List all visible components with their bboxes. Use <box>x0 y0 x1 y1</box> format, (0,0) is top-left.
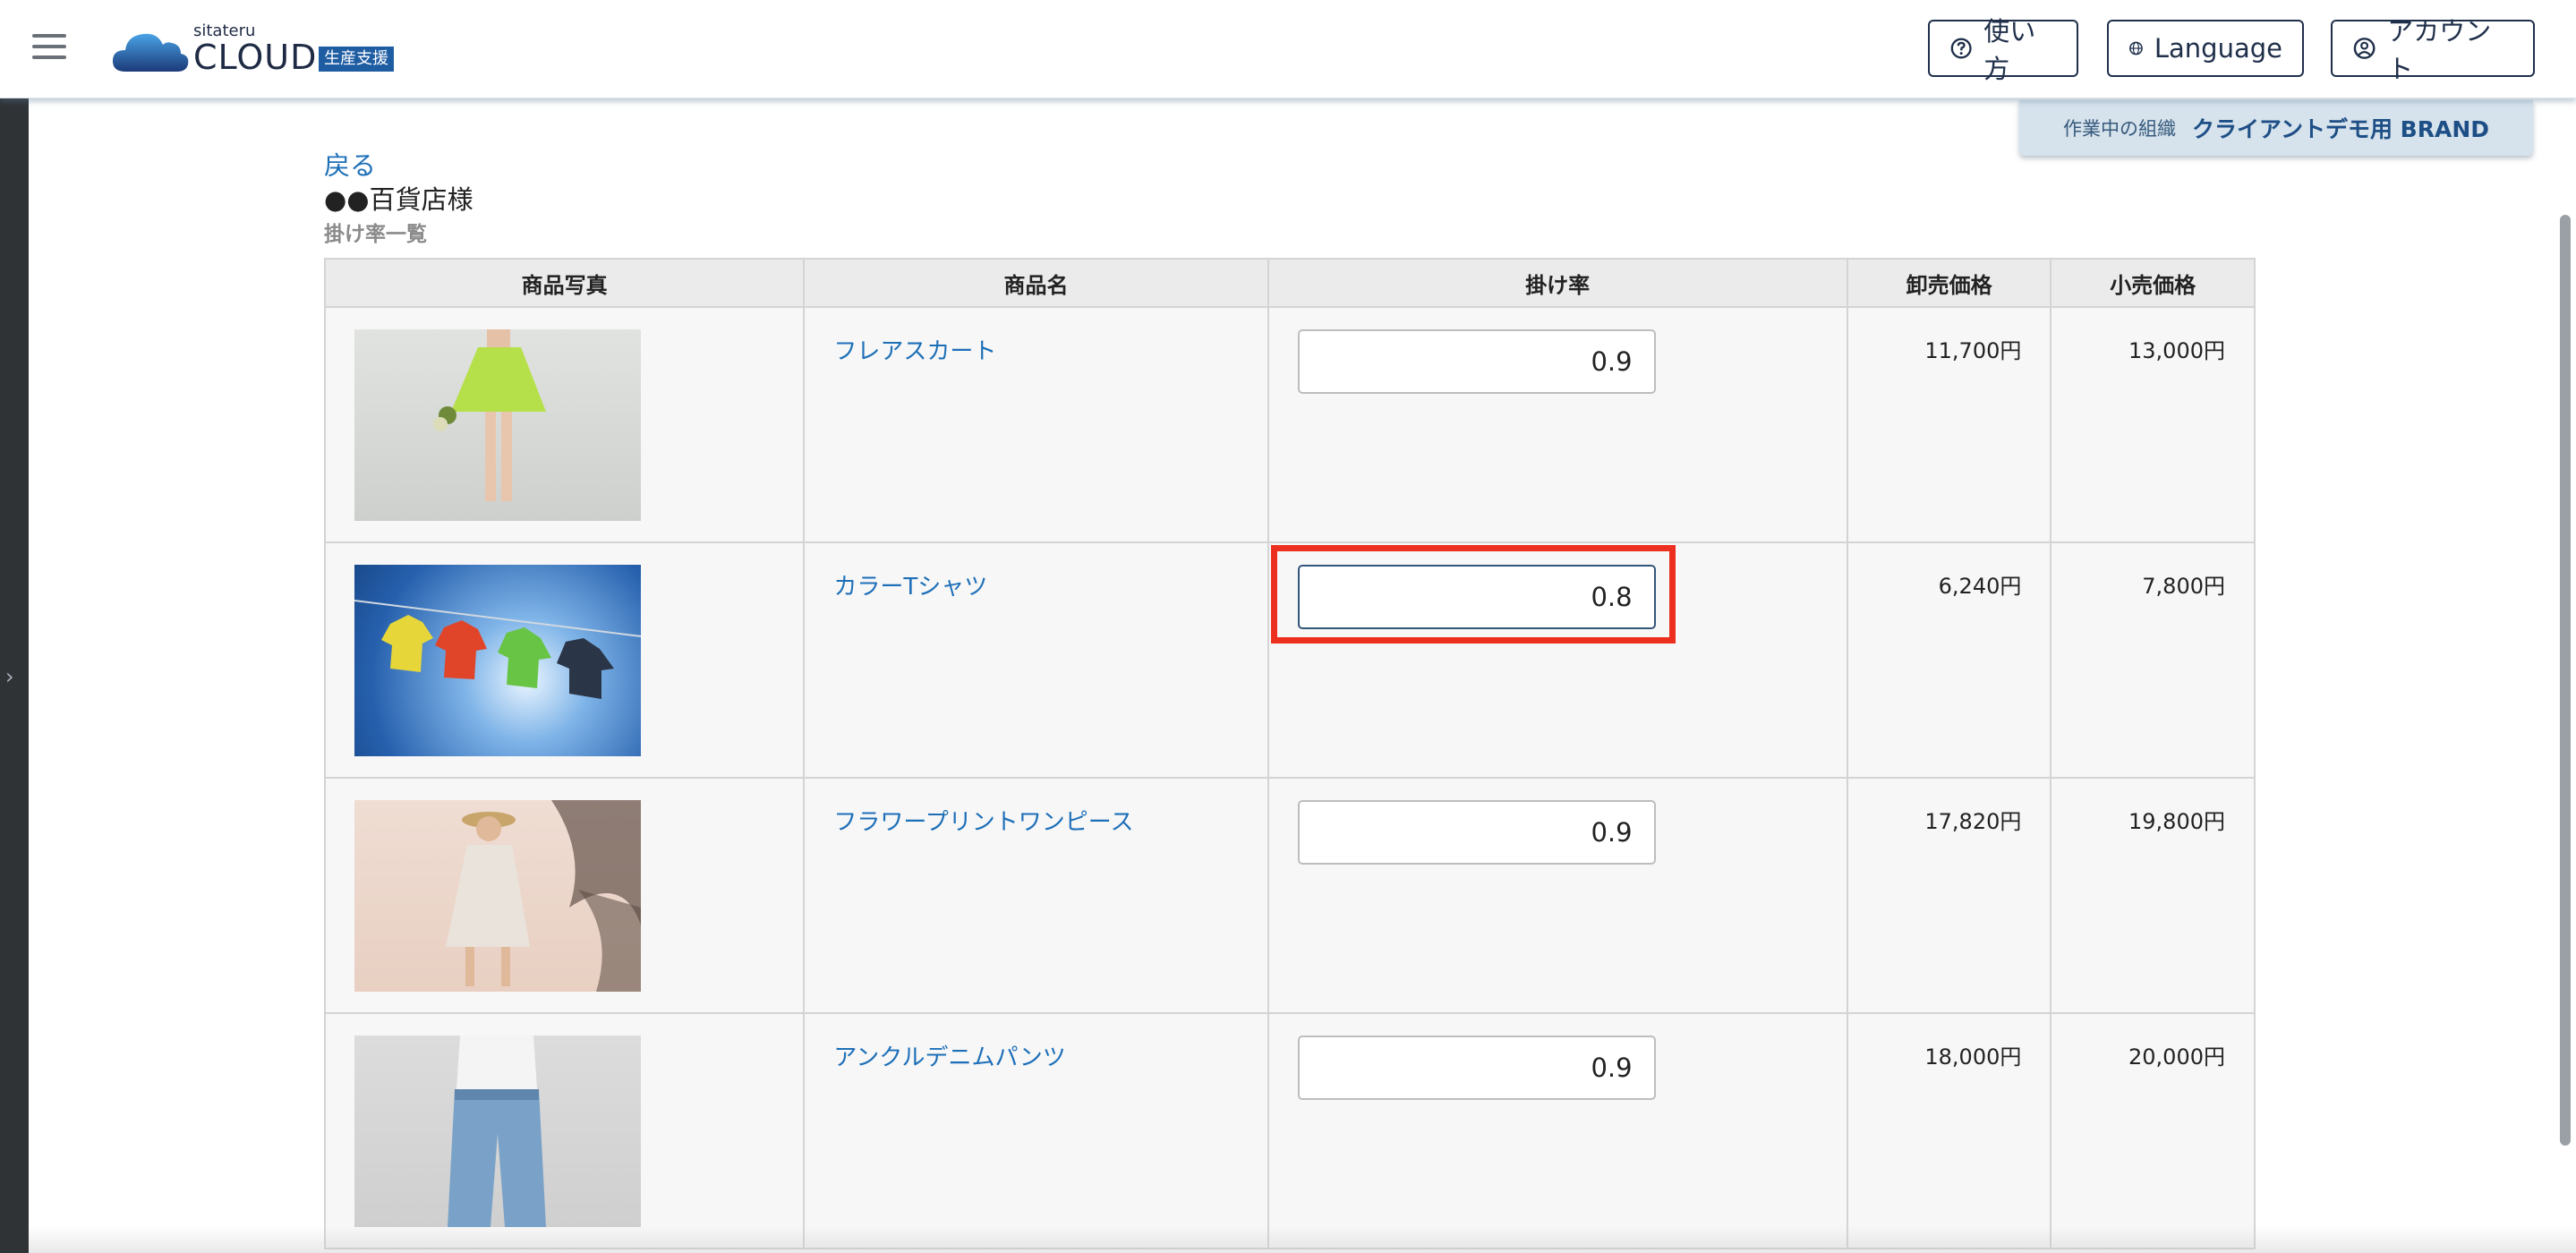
rate-table: 商品写真 商品名 掛け率 卸売価格 小売価格 フレアスカート 0.9 11,70… <box>323 258 2256 1249</box>
product-photo-color-tshirt <box>354 565 641 756</box>
wholesale-price: 6,240円 <box>1846 541 2052 779</box>
user-circle-icon <box>2353 38 2376 59</box>
app-header: sitateru CLOUD 生産支援 使い方 Language アカウント <box>0 0 2576 98</box>
product-photo-cell <box>323 777 806 1014</box>
account-button[interactable]: アカウント <box>2331 16 2535 84</box>
retail-price: 19,800円 <box>2050 777 2256 1014</box>
table-row: フレアスカート 11,700円 13,000円 <box>323 306 2256 543</box>
scrollbar[interactable] <box>2555 98 2576 1253</box>
product-photo-cell <box>323 541 806 779</box>
organization-label: 作業中の組織 <box>2062 118 2176 140</box>
language-label: Language <box>2154 33 2282 64</box>
table-header-row: 商品写真 商品名 掛け率 卸売価格 小売価格 <box>323 258 2256 308</box>
rate-input[interactable] <box>1297 800 1656 865</box>
product-photo-denim-pants <box>354 1036 641 1227</box>
cloud-icon <box>113 33 189 72</box>
rate-input[interactable] <box>1297 565 1656 629</box>
sidebar-toggle[interactable]: › <box>0 98 29 1253</box>
table-row: アンクルデニムパンツ 18,000円 20,000円 <box>323 1012 2256 1249</box>
product-photo-flare-skirt <box>354 329 641 521</box>
organization-name: クライアントデモ用 BRAND <box>2191 116 2490 142</box>
logo-big-text: CLOUD <box>193 38 318 77</box>
rate-cell <box>1267 306 1848 543</box>
current-organization: 作業中の組織 クライアントデモ用 BRAND <box>2019 100 2533 156</box>
account-label: アカウント <box>2387 16 2492 84</box>
back-link[interactable]: 戻る <box>324 145 376 183</box>
header-wholesale: 卸売価格 <box>1846 258 2052 308</box>
rate-input[interactable] <box>1297 1036 1656 1100</box>
help-label: 使い方 <box>1983 16 2036 84</box>
rate-input[interactable] <box>1297 329 1656 394</box>
table-row: フラワープリントワンピース 17,820円 19,800円 <box>323 777 2256 1014</box>
product-photo-cell <box>323 1012 806 1249</box>
help-button[interactable]: 使い方 <box>1928 16 2078 84</box>
chevron-right-icon: › <box>5 664 14 689</box>
rate-cell <box>1267 541 1848 779</box>
product-name-link[interactable]: カラーTシャツ <box>833 574 987 601</box>
rate-cell <box>1267 777 1848 1014</box>
rate-cell <box>1267 1012 1848 1249</box>
logo-badge: 生産支援 <box>319 47 394 72</box>
product-name-link[interactable]: フラワープリントワンピース <box>833 809 1133 836</box>
globe-icon <box>2129 41 2143 55</box>
store-name: ●●百貨店様 <box>324 184 473 215</box>
product-name-link[interactable]: フレアスカート <box>833 338 996 365</box>
language-button[interactable]: Language <box>2107 20 2304 77</box>
wholesale-price: 17,820円 <box>1846 777 2052 1014</box>
product-name-cell: フレアスカート <box>803 306 1269 543</box>
scrollbar-thumb[interactable] <box>2560 215 2571 1146</box>
product-name-cell: カラーTシャツ <box>803 541 1269 779</box>
retail-price: 20,000円 <box>2050 1012 2256 1249</box>
app-logo[interactable]: sitateru CLOUD 生産支援 <box>111 21 415 77</box>
product-photo-cell <box>323 306 806 543</box>
wholesale-price: 18,000円 <box>1846 1012 2052 1249</box>
table-row: カラーTシャツ 6,240円 7,800円 <box>323 541 2256 779</box>
product-name-link[interactable]: アンクルデニムパンツ <box>833 1044 1065 1071</box>
header-name: 商品名 <box>803 258 1269 308</box>
hamburger-icon[interactable] <box>32 34 66 61</box>
product-name-cell: フラワープリントワンピース <box>803 777 1269 1014</box>
header-rate: 掛け率 <box>1267 258 1848 308</box>
page-subtitle: 掛け率一覧 <box>324 223 427 246</box>
question-circle-icon <box>1950 38 1972 59</box>
product-photo-flower-dress <box>354 800 641 992</box>
header-retail: 小売価格 <box>2050 258 2256 308</box>
wholesale-price: 11,700円 <box>1846 306 2052 543</box>
retail-price: 7,800円 <box>2050 541 2256 779</box>
header-photo: 商品写真 <box>323 258 806 308</box>
product-name-cell: アンクルデニムパンツ <box>803 1012 1269 1249</box>
retail-price: 13,000円 <box>2050 306 2256 543</box>
